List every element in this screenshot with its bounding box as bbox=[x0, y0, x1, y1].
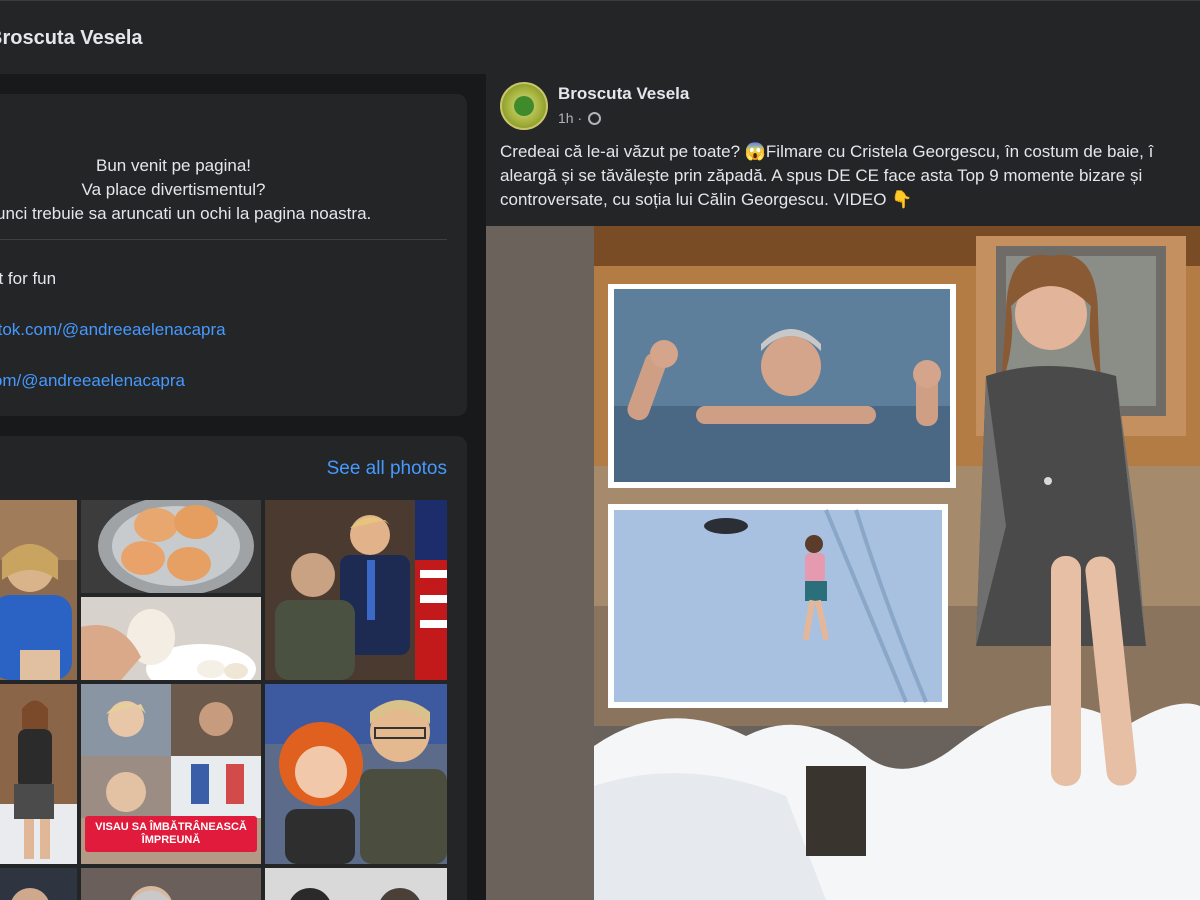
page-bio: Bun venit pe pagina! Va place divertisme… bbox=[0, 154, 372, 226]
left-column: Bun venit pe pagina! Va place divertisme… bbox=[0, 74, 486, 900]
website-link[interactable]: tiktok.com/@andreeaelenacapra bbox=[0, 371, 185, 391]
page-category: Just for fun bbox=[0, 269, 57, 288]
photo-caption-banner: VISAU SA ÎMBĂTRÂNEASCĂ ÎMPREUNĂ bbox=[85, 816, 257, 852]
photo-eggs[interactable] bbox=[81, 500, 261, 593]
photo-caption: VISAU SA ÎMBĂTRÂNEASCĂ ÎMPREUNĂ bbox=[95, 821, 247, 846]
photo-couple-smiling[interactable] bbox=[265, 684, 447, 864]
frog-logo-icon bbox=[514, 96, 534, 116]
photo-eggs-peeled[interactable] bbox=[81, 597, 261, 680]
bio-line: Bun venit pe pagina! bbox=[95, 156, 251, 175]
post-text-line: controversate, cu soția lui Călin George… bbox=[500, 190, 913, 209]
see-all-photos-link[interactable]: See all photos bbox=[327, 458, 447, 480]
post-text-line: aleargă și se tăvălește prin zăpadă. A s… bbox=[500, 166, 1143, 185]
divider bbox=[0, 239, 447, 240]
post-card: Broscuta Vesela 1h · Credeai că le-ai vă… bbox=[486, 74, 1200, 900]
tiktok-link-text[interactable]: www.tiktok.com/@andreeaelenacapra bbox=[0, 320, 226, 339]
photo-row3-1[interactable] bbox=[0, 868, 77, 900]
photo-politicians[interactable] bbox=[265, 500, 447, 680]
post-text-line: Credeai că le-ai văzut pe toate? 😱Filmar… bbox=[500, 142, 1154, 161]
post-author[interactable]: Broscuta Vesela bbox=[558, 84, 689, 104]
intro-card: Bun venit pe pagina! Va place divertisme… bbox=[0, 94, 467, 416]
post-image-collage bbox=[486, 226, 1200, 900]
post-time[interactable]: 1h · bbox=[558, 110, 582, 126]
page-header-bar: Broscuta Vesela bbox=[0, 0, 1200, 74]
photo-woman-couple[interactable]: VISAU SA ÎMBĂTRÂNEASCĂ ÎMPREUNĂ bbox=[81, 684, 261, 864]
page-avatar-icon[interactable] bbox=[500, 82, 548, 130]
globe-icon bbox=[588, 112, 602, 125]
photo-row3-3[interactable] bbox=[265, 868, 447, 900]
post-meta: 1h · bbox=[558, 110, 602, 126]
photo-row3-2[interactable] bbox=[81, 868, 261, 900]
tiktok-link[interactable]: www.tiktok.com/@andreeaelenacapra bbox=[0, 320, 226, 340]
post-image[interactable] bbox=[486, 226, 1200, 900]
bio-line: Atunci trebuie sa aruncati un ochi la pa… bbox=[0, 204, 372, 223]
photos-card: See all photos VISAU SA ÎMBĂTRÂNEASCĂ ÎM… bbox=[0, 436, 467, 900]
photo-woman-sitting[interactable] bbox=[0, 684, 77, 864]
post-text: Credeai că le-ai văzut pe toate? 😱Filmar… bbox=[500, 140, 1200, 212]
page-title[interactable]: Broscuta Vesela bbox=[0, 27, 143, 50]
photo-woman-blue[interactable] bbox=[0, 500, 77, 680]
website-link-text[interactable]: tiktok.com/@andreeaelenacapra bbox=[0, 371, 185, 390]
bio-line: Va place divertismentul? bbox=[81, 180, 266, 199]
